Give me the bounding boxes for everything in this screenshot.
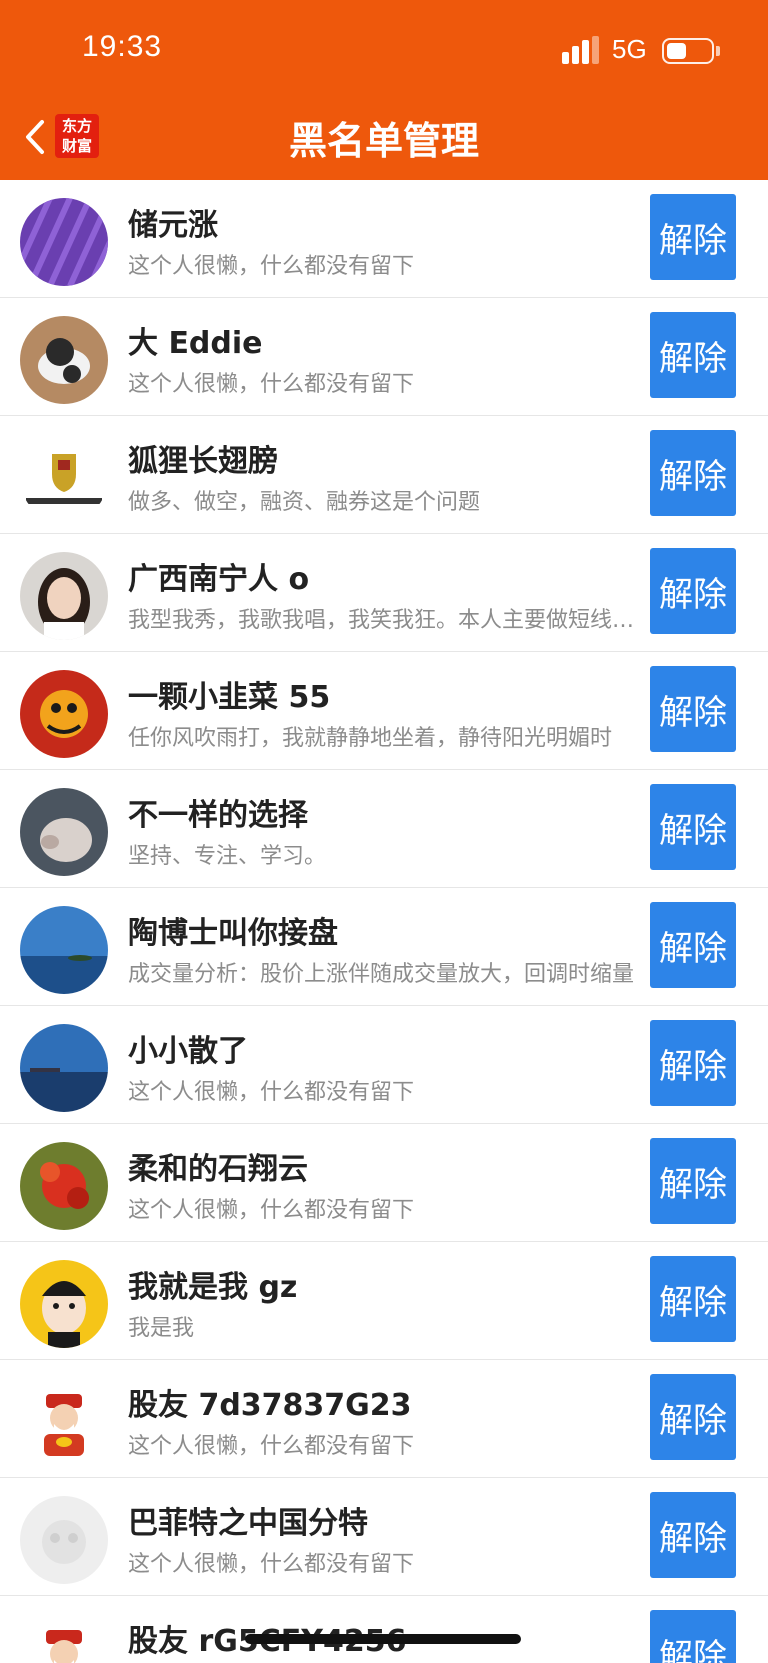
blocked-user-row: 不一样的选择坚持、专注、学习。 解除 bbox=[0, 770, 768, 888]
unblock-button[interactable]: 解除 bbox=[650, 1492, 736, 1578]
user-avatar[interactable] bbox=[20, 1260, 108, 1348]
battery-icon bbox=[662, 38, 714, 64]
unblock-button[interactable]: 解除 bbox=[650, 430, 736, 516]
blocked-user-row: 股友 7d37837G23 这个人很懒，什么都没有留下 解除 bbox=[0, 1360, 768, 1478]
user-avatar[interactable] bbox=[20, 906, 108, 994]
user-avatar[interactable] bbox=[20, 1496, 108, 1584]
blocked-user-row: 狐狸长翅膀做多、做空，融资、融券这是个问题 解除 bbox=[0, 416, 768, 534]
user-description: 这个人很懒，什么都没有留下 bbox=[128, 372, 415, 397]
blocked-user-row: 储元涨这个人很懒，什么都没有留下 解除 bbox=[0, 180, 768, 298]
user-name: 狐狸长翅膀 bbox=[128, 444, 278, 479]
blocked-user-row: 陶博士叫你接盘成交量分析：股价上涨伴随成交量放大，回调时缩量 解除 bbox=[0, 888, 768, 1006]
user-avatar[interactable] bbox=[20, 1142, 108, 1230]
blocked-user-row: 大 Eddie 这个人很懒，什么都没有留下 解除 bbox=[0, 298, 768, 416]
unblock-button[interactable]: 解除 bbox=[650, 902, 736, 988]
unblock-button[interactable]: 解除 bbox=[650, 1138, 736, 1224]
user-description: 坚持、专注、学习。 bbox=[128, 844, 327, 869]
user-description: 这个人很懒，什么都没有留下 bbox=[128, 1434, 415, 1459]
blocked-user-row: 股友 rG5CFY4256解除 bbox=[0, 1596, 768, 1663]
blocked-user-row: 柔和的石翔云这个人很懒，什么都没有留下 解除 bbox=[0, 1124, 768, 1242]
user-avatar[interactable] bbox=[20, 316, 108, 404]
user-name: 柔和的石翔云 bbox=[128, 1152, 308, 1187]
user-description: 这个人很懒，什么都没有留下 bbox=[128, 254, 415, 279]
unblock-button[interactable]: 解除 bbox=[650, 784, 736, 870]
user-name: 不一样的选择 bbox=[128, 798, 308, 833]
battery-tip bbox=[716, 46, 720, 56]
user-avatar[interactable] bbox=[20, 1378, 108, 1466]
unblock-button[interactable]: 解除 bbox=[650, 1610, 736, 1663]
unblock-button[interactable]: 解除 bbox=[650, 312, 736, 398]
blocked-user-row: 广西南宁人 o 我型我秀，我歌我唱，我笑我狂。本人主要做短线交易 解除 bbox=[0, 534, 768, 652]
user-name: 大 Eddie bbox=[128, 326, 263, 361]
unblock-button[interactable]: 解除 bbox=[650, 1256, 736, 1342]
unblock-button[interactable]: 解除 bbox=[650, 666, 736, 752]
user-avatar[interactable] bbox=[20, 670, 108, 758]
user-name: 一颗小韭菜 55 bbox=[128, 680, 331, 715]
blocked-user-row: 我就是我 gz 我是我 解除 bbox=[0, 1242, 768, 1360]
app-header: 19:33 5G 东方 财富 黑名单管理 bbox=[0, 0, 768, 180]
user-avatar[interactable] bbox=[20, 552, 108, 640]
user-name: 小小散了 bbox=[128, 1034, 248, 1069]
cellular-signal-icon bbox=[562, 36, 599, 64]
blocklist: 储元涨 这个人很懒，什么都没有留下 解除大 Eddie 这个人很懒，什么都没有留下 解除… bbox=[0, 180, 768, 1663]
user-name: 陶博士叫你接盘 bbox=[128, 916, 338, 951]
status-time: 19:33 bbox=[82, 30, 163, 63]
user-name: 股友 7d37837G23 bbox=[128, 1388, 412, 1423]
user-description: 这个人很懒，什么都没有留下 bbox=[128, 1198, 415, 1223]
unblock-button[interactable]: 解除 bbox=[650, 1020, 736, 1106]
blocked-user-row: 一颗小韭菜 55 任你风吹雨打，我就静静地坐着，静待阳光明媚时 解除 bbox=[0, 652, 768, 770]
unblock-button[interactable]: 解除 bbox=[650, 548, 736, 634]
user-avatar[interactable] bbox=[20, 198, 108, 286]
user-description: 这个人很懒，什么都没有留下 bbox=[128, 1552, 415, 1577]
user-name: 我就是我 gz bbox=[128, 1270, 298, 1305]
user-description: 我型我秀，我歌我唱，我笑我狂。本人主要做短线交易 bbox=[128, 608, 636, 633]
user-name: 储元涨 bbox=[128, 208, 218, 243]
battery-level bbox=[667, 43, 686, 59]
user-avatar[interactable] bbox=[20, 788, 108, 876]
user-description: 做多、做空，融资、融券这是个问题 bbox=[128, 490, 481, 515]
unblock-button[interactable]: 解除 bbox=[650, 194, 736, 280]
network-type: 5G bbox=[612, 34, 647, 64]
user-avatar[interactable] bbox=[20, 434, 108, 522]
page-title: 黑名单管理 bbox=[288, 119, 479, 163]
unblock-button[interactable]: 解除 bbox=[650, 1374, 736, 1460]
user-description: 成交量分析：股价上涨伴随成交量放大，回调时缩量 bbox=[128, 962, 635, 987]
user-description: 这个人很懒，什么都没有留下 bbox=[128, 1080, 415, 1105]
user-avatar[interactable] bbox=[20, 1024, 108, 1112]
home-indicator[interactable] bbox=[245, 1634, 521, 1644]
user-avatar[interactable] bbox=[20, 1614, 108, 1663]
user-description: 我是我 bbox=[128, 1316, 195, 1341]
user-name: 广西南宁人 o bbox=[128, 562, 310, 597]
user-description: 任你风吹雨打，我就静静地坐着，静待阳光明媚时 bbox=[128, 726, 613, 751]
blocked-user-row: 小小散了这个人很懒，什么都没有留下 解除 bbox=[0, 1006, 768, 1124]
blocked-user-row: 巴菲特之中国分特这个人很懒，什么都没有留下 解除 bbox=[0, 1478, 768, 1596]
user-name: 巴菲特之中国分特 bbox=[128, 1506, 368, 1541]
